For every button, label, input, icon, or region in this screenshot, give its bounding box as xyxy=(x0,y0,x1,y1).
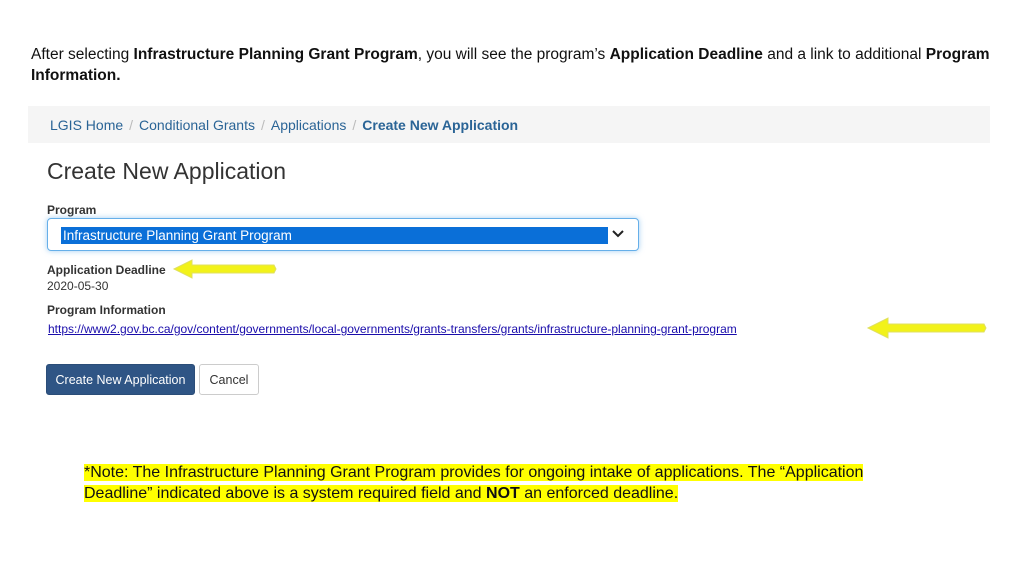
program-selected-value: Infrastructure Planning Grant Program xyxy=(61,227,608,244)
program-label: Program xyxy=(47,203,97,217)
breadcrumb-separator: / xyxy=(352,116,357,133)
program-info-link[interactable]: https://www2.gov.bc.ca/gov/content/gover… xyxy=(48,322,737,336)
breadcrumb-applications[interactable]: Applications xyxy=(271,117,347,133)
breadcrumb-lgis-home[interactable]: LGIS Home xyxy=(50,117,123,133)
breadcrumb-separator: / xyxy=(260,116,265,133)
arrow-left-icon xyxy=(866,317,987,339)
note-part1: *Note: The Infrastructure Planning Grant… xyxy=(84,464,864,502)
intro-part3: and a link to additional xyxy=(762,46,926,63)
intro-part1: After selecting xyxy=(31,46,134,63)
note-bold-not: NOT xyxy=(486,485,520,502)
program-select[interactable]: Infrastructure Planning Grant Program xyxy=(47,218,639,251)
intro-text: After selecting Infrastructure Planning … xyxy=(31,44,991,86)
deadline-label: Application Deadline xyxy=(47,263,166,277)
note-part2: an enforced deadline. xyxy=(519,485,679,502)
app-screenshot: LGIS Home / Conditional Grants / Applica… xyxy=(28,106,990,406)
breadcrumb-conditional-grants[interactable]: Conditional Grants xyxy=(139,117,255,133)
cancel-button[interactable]: Cancel xyxy=(199,364,259,395)
breadcrumb: LGIS Home / Conditional Grants / Applica… xyxy=(28,106,990,143)
intro-part2: , you will see the program’s xyxy=(417,46,610,63)
intro-bold-deadline: Application Deadline xyxy=(609,46,763,63)
arrow-left-icon xyxy=(172,259,277,279)
note-text: *Note: The Infrastructure Planning Grant… xyxy=(84,462,924,504)
breadcrumb-active: Create New Application xyxy=(362,116,519,133)
intro-bold-program: Infrastructure Planning Grant Program xyxy=(133,46,418,63)
program-info-label: Program Information xyxy=(47,303,166,317)
breadcrumb-separator: / xyxy=(129,116,134,133)
deadline-value: 2020-05-30 xyxy=(47,279,109,293)
page-title: Create New Application xyxy=(47,158,287,184)
chevron-down-icon xyxy=(612,230,624,238)
create-application-button[interactable]: Create New Application xyxy=(46,364,195,395)
